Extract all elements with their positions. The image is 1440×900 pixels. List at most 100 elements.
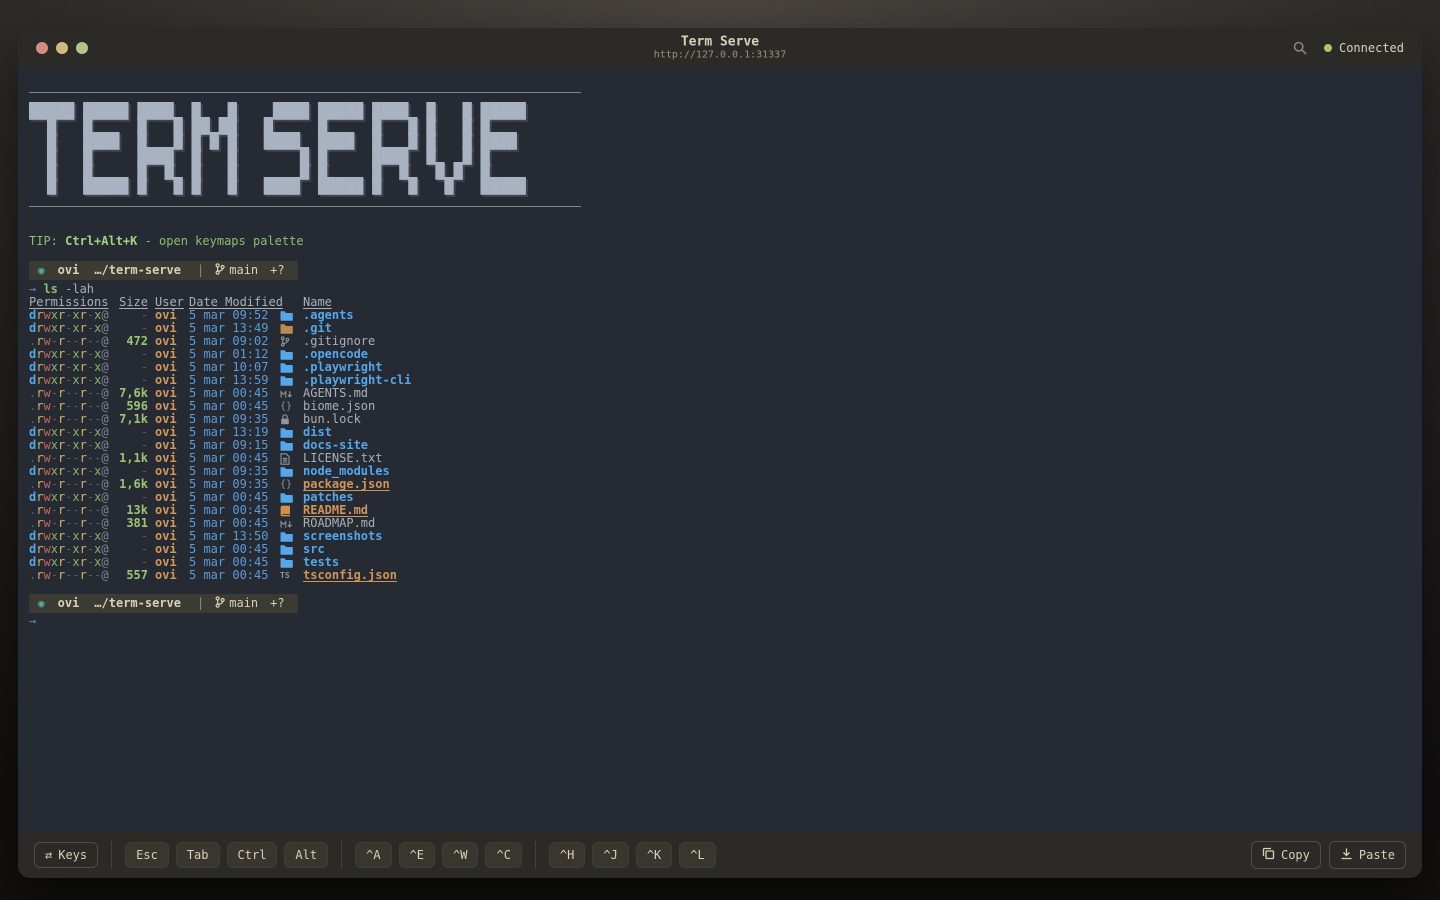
key-button-alt[interactable]: Alt	[284, 842, 329, 868]
terminal-output[interactable]: █████ █████ ████ █ █ ████ █████ ████ █ █…	[18, 68, 1422, 832]
file-name: .gitignore	[303, 334, 376, 348]
minimize-window-button[interactable]	[56, 42, 68, 54]
key-button-tab[interactable]: Tab	[175, 842, 220, 868]
folder-icon	[280, 426, 296, 439]
server-url: http://127.0.0.1:31337	[653, 49, 787, 61]
toolbar-divider	[534, 841, 536, 869]
file-name: tsconfig.json	[303, 568, 397, 582]
braces-icon: {}	[280, 401, 293, 412]
toolbar: ⇄ Keys Esc Tab Ctrl Alt ^A ^E ^W ^C ^H ^J ^K ^L Copy…	[18, 832, 1422, 878]
folder-icon	[280, 361, 296, 374]
key-button-ctrl-h[interactable]: ^H	[548, 842, 586, 868]
folder-git-icon	[280, 322, 296, 335]
prompt-git-flags: +?	[270, 263, 285, 277]
status-dot-icon	[1323, 44, 1332, 52]
ascii-banner: █████ █████ ████ █ █ ████ █████ ████ █ █…	[29, 102, 526, 195]
key-button-ctrl-j[interactable]: ^J	[592, 842, 629, 868]
keys-button[interactable]: ⇄ Keys	[34, 842, 99, 868]
file-name: patches	[303, 490, 354, 504]
app-window: Term Serve http://127.0.0.1:31337 Connec…	[18, 28, 1422, 878]
file-name: LICENSE.txt	[303, 451, 383, 465]
file-name: AGENTS.md	[303, 386, 369, 400]
paste-button[interactable]: Paste	[1328, 841, 1406, 869]
file-row: .rw-r--r--@ 557 ovi 5 mar 00:45 TS tsconfig.j…	[29, 569, 1408, 582]
folder-icon	[280, 374, 296, 387]
cursor-line[interactable]: →	[29, 615, 1408, 628]
file-name: .playwright	[303, 360, 383, 374]
status-label: Connected	[1338, 41, 1404, 55]
folder-icon	[280, 543, 296, 556]
branch-icon	[280, 335, 296, 348]
copy-button[interactable]: Copy	[1250, 841, 1321, 869]
folder-icon	[280, 556, 296, 569]
prompt-user: ovi	[57, 263, 80, 277]
paste-icon	[1340, 847, 1353, 863]
folder-icon	[280, 491, 296, 504]
markdown-icon	[280, 517, 296, 530]
toolbar-divider	[111, 841, 113, 869]
folder-icon	[280, 465, 296, 478]
file-name: dist	[303, 425, 332, 439]
git-branch-icon	[215, 596, 225, 611]
folder-icon	[280, 309, 296, 322]
file-name: tests	[303, 555, 340, 569]
prompt-user: ovi	[57, 596, 80, 610]
tip-line: TIP: Ctrl+Alt+K - open keymaps palette	[29, 234, 304, 248]
tip-hotkey: Ctrl+Alt+K	[65, 234, 138, 248]
lock-icon	[280, 413, 296, 426]
key-button-ctrl-k[interactable]: ^K	[635, 842, 673, 868]
file-name: package.json	[303, 477, 390, 491]
key-button-ctrl-c[interactable]: ^C	[485, 842, 522, 868]
connection-status: Connected	[1323, 41, 1404, 55]
os-icon: ◉	[38, 264, 45, 277]
file-name: biome.json	[303, 399, 376, 413]
key-button-ctrl-l[interactable]: ^L	[679, 842, 716, 868]
prompt-separator: |	[197, 596, 205, 610]
zoom-window-button[interactable]	[76, 42, 88, 54]
file-date: 5 mar 00:45	[189, 568, 269, 582]
file-name: bun.lock	[303, 412, 361, 426]
prompt-branch: main	[229, 263, 259, 277]
close-window-button[interactable]	[36, 42, 48, 54]
search-icon[interactable]	[1292, 40, 1308, 56]
file-name: screenshots	[303, 529, 383, 543]
prompt-branch: main	[229, 596, 259, 610]
braces-icon: {}	[280, 479, 293, 490]
book-icon	[280, 504, 296, 517]
file-size: 557	[126, 568, 148, 582]
file-name: docs-site	[303, 438, 369, 452]
key-button-ctrl[interactable]: Ctrl	[226, 842, 278, 868]
file-listing: Permissions Size User Date Modified Name drwx…	[29, 296, 1408, 582]
toolbar-divider	[341, 841, 343, 869]
shell-prompt-second: ◉ ovi …/term-serve | main +?	[29, 594, 298, 613]
markdown-icon	[280, 387, 296, 400]
key-button-ctrl-e[interactable]: ^E	[398, 842, 436, 868]
col-name: Name	[303, 295, 332, 309]
window-title: Term Serve	[680, 34, 760, 50]
file-name: node_modules	[303, 464, 390, 478]
file-permissions: .rw-r--r--@	[29, 568, 109, 582]
file-user: ovi	[155, 568, 177, 582]
key-button-ctrl-w[interactable]: ^W	[442, 842, 479, 868]
file-name: .opencode	[303, 347, 369, 361]
file-name: .git	[303, 321, 332, 335]
folder-icon	[280, 348, 296, 361]
prompt-path: …/term-serve	[94, 596, 182, 610]
folder-icon	[280, 530, 296, 543]
key-button-esc[interactable]: Esc	[125, 842, 169, 868]
ts-icon: TS	[280, 571, 290, 580]
file-name: src	[303, 542, 325, 556]
prompt-path: …/term-serve	[94, 263, 182, 277]
command-name: ls	[43, 282, 58, 296]
os-icon: ◉	[38, 597, 45, 610]
folder-icon	[280, 439, 296, 452]
file-name: ROADMAP.md	[303, 516, 376, 530]
copy-icon	[1262, 847, 1275, 863]
title-block: Term Serve http://127.0.0.1:31337	[654, 35, 786, 62]
prompt-separator: |	[197, 263, 205, 277]
file-name: .playwright-cli	[303, 373, 412, 387]
window-controls	[36, 42, 88, 54]
key-button-ctrl-a[interactable]: ^A	[355, 842, 392, 868]
swap-arrows-icon: ⇄	[45, 848, 53, 862]
banner-divider-top	[29, 92, 581, 93]
